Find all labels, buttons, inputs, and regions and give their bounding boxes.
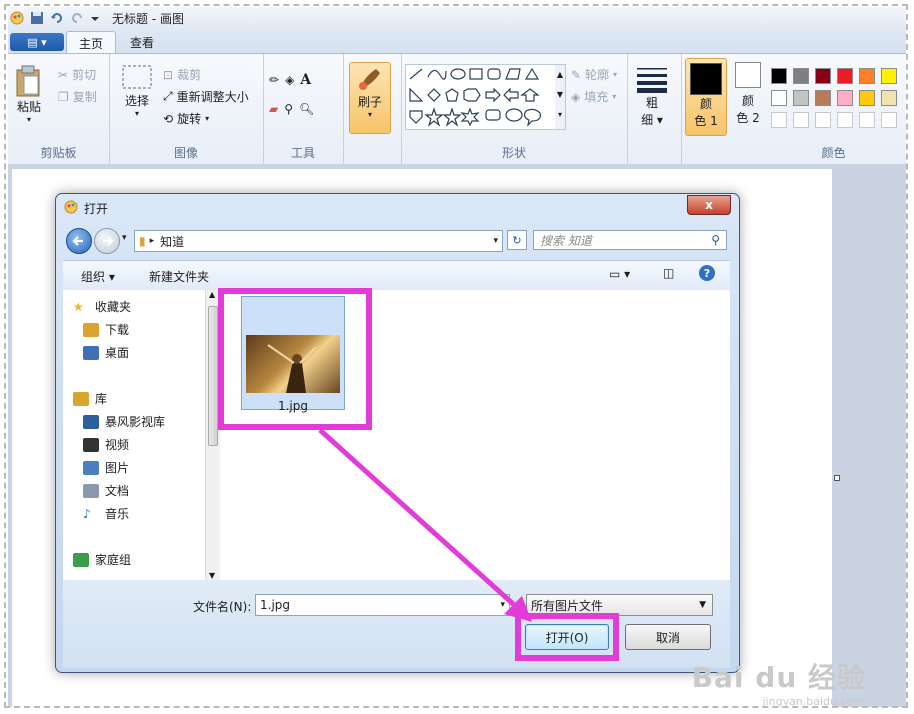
- annotation-arrow: [318, 428, 532, 622]
- baidu-watermark: Bai du 经验: [691, 661, 866, 694]
- watermark-url: jingyan.baidu.com: [762, 695, 864, 708]
